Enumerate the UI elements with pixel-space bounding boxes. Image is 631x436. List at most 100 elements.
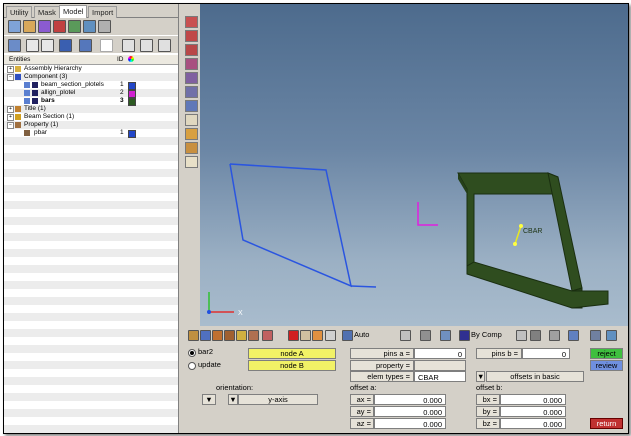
expand-toggle[interactable]: + (7, 106, 14, 113)
pins-b-input[interactable]: 0 (522, 348, 570, 359)
normals-icon[interactable] (325, 330, 336, 341)
id-column-header[interactable]: ID (117, 55, 124, 64)
hide-icon[interactable] (79, 39, 92, 52)
tab-model[interactable]: Model (59, 5, 88, 18)
color-options-icon[interactable] (516, 330, 527, 341)
zoom-icon[interactable] (185, 100, 198, 112)
help-icon[interactable] (606, 330, 617, 341)
color-mode-select[interactable]: By Comp (470, 329, 514, 340)
delete-icon[interactable] (288, 330, 299, 341)
transparency-icon[interactable] (312, 330, 323, 341)
tree-row-title[interactable]: + Title (1) (4, 105, 178, 113)
ay-input[interactable]: 0.000 (374, 406, 446, 417)
bz-input[interactable]: 0.000 (500, 418, 566, 429)
display-mode-select[interactable]: Auto (353, 329, 397, 340)
expand-toggle[interactable]: + (7, 66, 14, 73)
beam-section-plotels[interactable] (229, 163, 377, 288)
element-display-icon[interactable] (440, 330, 451, 341)
options-dropdown-icon[interactable] (262, 330, 273, 341)
elem-types-input[interactable]: CBAR (414, 371, 466, 382)
tree-label: Component (3) (24, 73, 68, 80)
shade-icon[interactable] (300, 330, 311, 341)
orientation-toggle[interactable]: ▼ (202, 394, 216, 405)
entity-display-icon[interactable] (188, 330, 199, 341)
view-top-icon[interactable] (185, 16, 198, 28)
tree-row-property[interactable]: − Property (1) (4, 121, 178, 129)
allign-plotel[interactable] (417, 202, 438, 226)
graphics-viewport[interactable]: CBAR X (200, 4, 628, 326)
bx-input[interactable]: 0.000 (500, 394, 566, 405)
user-icon[interactable] (590, 330, 601, 341)
node-b-selector[interactable]: node B (248, 360, 336, 371)
property-input[interactable] (414, 360, 466, 371)
node-a-selector[interactable]: node A (248, 348, 336, 359)
radio-bar2[interactable] (188, 349, 196, 357)
show-icon[interactable] (59, 39, 72, 52)
collapse-toggle[interactable]: − (7, 74, 14, 81)
list-view-icon[interactable] (41, 39, 54, 52)
component-item-icon (24, 82, 30, 88)
tree-row-assembly[interactable]: + Assembly Hierarchy (4, 65, 178, 73)
cursor-icon[interactable] (100, 39, 113, 52)
review-button[interactable]: review (590, 360, 623, 371)
tab-import[interactable]: Import (88, 6, 118, 18)
lighting-icon[interactable] (400, 330, 411, 341)
tree-row-bars[interactable]: bars 3 (4, 97, 178, 106)
component-view-icon[interactable] (38, 20, 51, 33)
color-swatch[interactable] (128, 130, 136, 138)
reverse-icon[interactable] (158, 39, 171, 52)
filter-icon[interactable] (83, 20, 96, 33)
visibility-eye-icon[interactable] (140, 39, 153, 52)
return-button[interactable]: return (590, 418, 623, 429)
feature-lines-icon[interactable] (549, 330, 560, 341)
mask-icon[interactable] (212, 330, 223, 341)
entities-column-header[interactable]: Entities (9, 55, 30, 64)
radio-update[interactable] (188, 362, 196, 370)
assembly-view-icon[interactable] (23, 20, 36, 33)
pins-a-input[interactable]: 0 (414, 348, 466, 359)
cbar-element[interactable]: CBAR (513, 224, 542, 246)
ax-input[interactable]: 0.000 (374, 394, 446, 405)
element-shrink-icon[interactable] (530, 330, 541, 341)
fit-icon[interactable] (185, 86, 198, 98)
geometry-display-icon[interactable] (420, 330, 431, 341)
by-input[interactable]: 0.000 (500, 406, 566, 417)
find-icon[interactable] (224, 330, 235, 341)
expand-all-icon[interactable] (8, 39, 21, 52)
y-axis-toggle[interactable]: ▼ (228, 394, 238, 405)
view-front-icon[interactable] (185, 30, 198, 42)
property-view-icon[interactable] (53, 20, 66, 33)
offsets-toggle[interactable]: ▼ (476, 371, 485, 382)
rotate-icon[interactable] (185, 72, 198, 84)
bars-beam[interactable] (457, 172, 609, 309)
settings-icon[interactable] (98, 20, 111, 33)
tree-row-beam-section[interactable]: + Beam Section (1) (4, 113, 178, 121)
tree-label: pbar (34, 129, 48, 136)
offsets-basic-button[interactable]: offsets in basic (486, 371, 584, 382)
view-side-icon[interactable] (185, 44, 198, 56)
label-toggle-icon[interactable] (185, 142, 198, 154)
expand-toggle[interactable]: + (7, 114, 14, 121)
reject-button[interactable]: reject (590, 348, 623, 359)
measure-icon[interactable] (248, 330, 259, 341)
label-abc-icon[interactable] (185, 128, 198, 140)
mesh-display-icon[interactable] (568, 330, 579, 341)
component-display-icon[interactable] (200, 330, 211, 341)
screen-icon[interactable] (185, 156, 198, 168)
open-icon[interactable] (8, 20, 21, 33)
tab-utility[interactable]: Utility (6, 6, 33, 18)
y-axis-button[interactable]: y-axis (238, 394, 318, 405)
material-view-icon[interactable] (68, 20, 81, 33)
tree-row-allign-plotel[interactable]: allign_plotel 2 (4, 89, 178, 98)
numbering-icon[interactable] (185, 114, 198, 126)
tree-row-pbar[interactable]: pbar 1 (4, 129, 178, 138)
tree-row-beam-section-plotels[interactable]: beam_section_plotels 1 (4, 81, 178, 90)
collapse-toggle[interactable]: − (7, 122, 14, 129)
unmask-icon[interactable] (236, 330, 247, 341)
view-iso-icon[interactable] (185, 58, 198, 70)
az-input[interactable]: 0.000 (374, 418, 446, 429)
isolate-icon[interactable] (122, 39, 135, 52)
tab-mask[interactable]: Mask (34, 6, 60, 18)
tree-row-component[interactable]: − Component (3) (4, 73, 178, 81)
collapse-all-icon[interactable] (26, 39, 39, 52)
